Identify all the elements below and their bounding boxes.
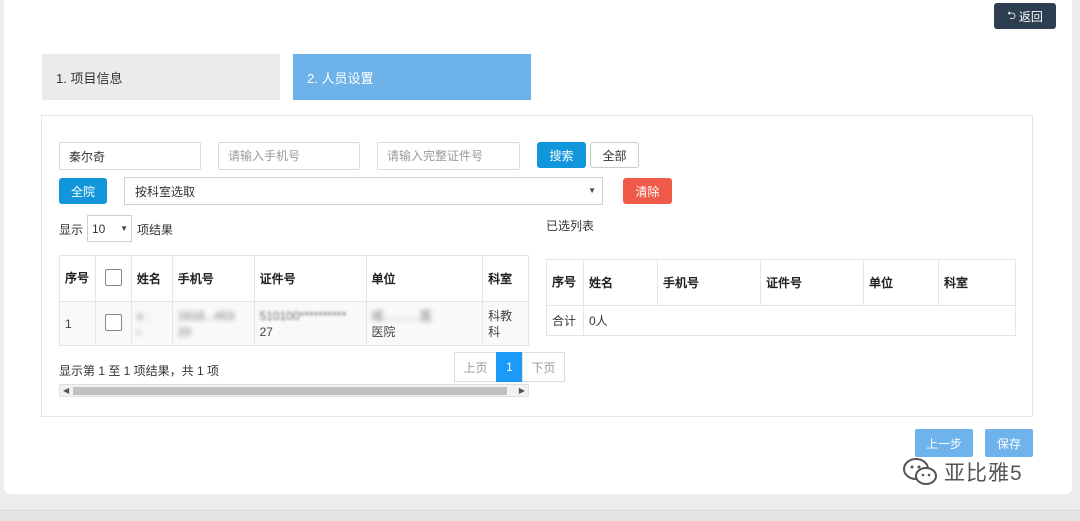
page-size-select[interactable]: 10 ▼ <box>87 215 132 242</box>
pagination: 上页 1 下页 <box>454 352 565 382</box>
sel-col-id: 证件号 <box>760 259 864 306</box>
sel-col-name: 姓名 <box>583 259 658 306</box>
col-unit: 单位 <box>365 255 484 302</box>
page-container: ⮌ 返回 1. 项目信息 2. 人员设置 搜索 全部 全院 按科室选取 ▼ 清除… <box>4 0 1072 494</box>
return-icon: ⮌ <box>1007 9 1016 22</box>
watermark: 亚比雅5 <box>902 457 1023 487</box>
result-summary: 显示第 1 至 1 项结果，共 1 项 <box>59 364 220 378</box>
sel-col-dept: 科室 <box>938 259 1016 306</box>
row-checkbox[interactable] <box>104 313 122 331</box>
wechat-icon <box>903 458 937 485</box>
horizontal-scrollbar[interactable]: ◀ ▶ <box>59 384 529 397</box>
candidate-table: 序号 姓名 手机号 证件号 单位 科室 1 s : ‹ 1818...453 2… <box>59 255 529 346</box>
col-checkbox <box>94 255 132 302</box>
row-id-line1: 510100********** <box>259 308 347 323</box>
row-unit-line2: 医院 <box>371 324 396 339</box>
all-button[interactable]: 全部 <box>590 142 639 168</box>
previous-step-button[interactable]: 上一步 <box>915 429 973 457</box>
row-name-line1: s : <box>136 308 150 323</box>
table-row[interactable]: 1 s : ‹ 1818...453 20 510100********** 2… <box>59 301 529 346</box>
personnel-panel: 搜索 全部 全院 按科室选取 ▼ 清除 显示 10 ▼ 项结果 已选列表 序号 <box>41 115 1033 417</box>
step-label: 2. 人员设置 <box>307 70 374 86</box>
step-personnel-settings[interactable]: 2. 人员设置 <box>293 54 531 100</box>
page-1-label: 1 <box>506 360 513 374</box>
department-select[interactable]: 按科室选取 ▼ <box>124 177 603 205</box>
row-name: s : ‹ <box>130 301 173 346</box>
phone-input[interactable] <box>218 142 360 170</box>
next-page-label: 下页 <box>531 360 556 375</box>
col-phone: 手机号 <box>171 255 255 302</box>
save-label: 保存 <box>996 436 1021 451</box>
dropdown-caret-icon: ▼ <box>588 186 596 195</box>
department-select-value: 按科室选取 <box>135 184 196 199</box>
row-checkbox-cell <box>94 301 132 346</box>
sel-col-phone: 手机号 <box>657 259 761 306</box>
clear-button[interactable]: 清除 <box>623 178 672 204</box>
scrollbar-thumb[interactable] <box>73 387 507 395</box>
selected-table: 序号 姓名 手机号 证件号 单位 科室 合计 0人 <box>546 259 1016 336</box>
row-phone-line2: 20 <box>177 324 192 339</box>
name-input[interactable] <box>59 142 201 170</box>
prev-page-label: 上页 <box>463 360 488 375</box>
total-label: 合计 <box>546 305 584 336</box>
total-row: 合计 0人 <box>546 305 1016 336</box>
all-label: 全部 <box>602 148 627 163</box>
page-1-button[interactable]: 1 <box>496 352 523 382</box>
scroll-right-icon[interactable]: ▶ <box>519 385 525 396</box>
prev-page-button[interactable]: 上页 <box>454 352 497 382</box>
watermark-text: 亚比雅5 <box>944 462 1023 485</box>
col-id: 证件号 <box>253 255 367 302</box>
show-label: 显示 <box>59 223 84 237</box>
step-project-info[interactable]: 1. 项目信息 <box>42 54 280 100</box>
select-all-checkbox[interactable] <box>104 268 122 286</box>
row-unit-line1: 成...........医 <box>371 308 433 323</box>
row-dept: 科教科 <box>482 301 529 346</box>
back-label: 返回 <box>1018 9 1043 24</box>
sel-col-seq: 序号 <box>546 259 584 306</box>
whole-hospital-button[interactable]: 全院 <box>59 178 107 204</box>
search-button[interactable]: 搜索 <box>537 142 586 168</box>
bottom-strip <box>0 510 1080 521</box>
result-label: 项结果 <box>137 223 174 237</box>
whole-hospital-label: 全院 <box>70 184 95 199</box>
back-button[interactable]: ⮌ 返回 <box>994 3 1056 29</box>
row-phone: 1818...453 20 <box>171 301 255 346</box>
id-number-input[interactable] <box>377 142 520 170</box>
row-seq: 1 <box>59 301 96 346</box>
row-unit: 成...........医 医院 <box>365 301 484 346</box>
previous-step-label: 上一步 <box>925 436 962 451</box>
col-name: 姓名 <box>130 255 173 302</box>
row-phone-line1: 1818...453 <box>177 308 235 323</box>
row-id-line2: 27 <box>259 324 273 339</box>
row-id: 510100********** 27 <box>253 301 367 346</box>
col-dept: 科室 <box>482 255 529 302</box>
search-label: 搜索 <box>549 148 574 163</box>
col-seq: 序号 <box>59 255 96 302</box>
clear-label: 清除 <box>635 184 660 199</box>
save-button[interactable]: 保存 <box>985 429 1033 457</box>
page-size-caret-icon: ▼ <box>120 224 128 233</box>
row-name-line2: ‹ <box>136 324 141 339</box>
page-size-value: 10 <box>92 221 106 236</box>
selected-list-title: 已选列表 <box>546 219 595 233</box>
scroll-left-icon[interactable]: ◀ <box>63 385 69 396</box>
next-page-button[interactable]: 下页 <box>522 352 565 382</box>
sel-col-unit: 单位 <box>863 259 939 306</box>
total-value: 0人 <box>583 305 1016 336</box>
step-label: 1. 项目信息 <box>56 70 123 86</box>
